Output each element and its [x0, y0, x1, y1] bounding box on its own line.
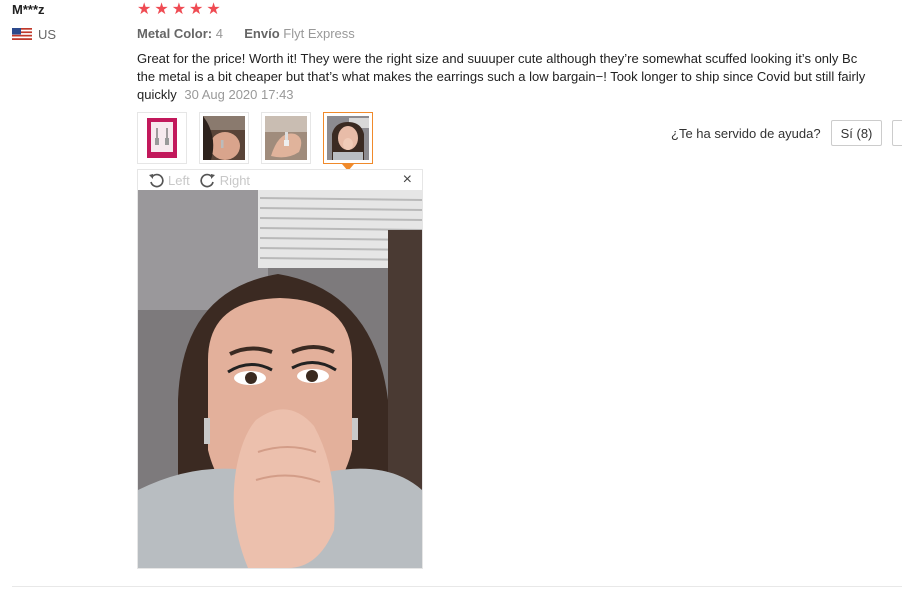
- thumb-hand-earring[interactable]: [261, 112, 311, 164]
- selfie-photo-image: [138, 190, 422, 568]
- metal-color-value: 4: [215, 26, 223, 41]
- rotate-left-icon: [149, 173, 164, 188]
- selfie-thumb-image: [327, 116, 369, 160]
- star-rating: ★ ★ ★ ★ ★: [137, 1, 221, 19]
- metal-color-label: Metal Color:: [137, 26, 213, 41]
- ear-closeup-image: [203, 116, 245, 160]
- thumb-earrings-card[interactable]: [137, 112, 187, 164]
- review-divider: [12, 586, 902, 587]
- rotate-left-button[interactable]: Left: [148, 172, 190, 188]
- star-icon: ★: [154, 1, 169, 18]
- star-icon: ★: [137, 1, 152, 18]
- rotate-right-icon: [200, 173, 215, 188]
- review-photo: [138, 190, 422, 568]
- thumb-ear-closeup[interactable]: [199, 112, 249, 164]
- star-icon: ★: [206, 1, 221, 18]
- star-icon: ★: [171, 1, 187, 18]
- rotate-right-label: Right: [219, 172, 251, 188]
- helpful-yes-button[interactable]: Sí (8): [831, 120, 882, 146]
- rotate-right-button[interactable]: Right: [200, 172, 250, 188]
- helpful-no-button[interactable]: [892, 120, 902, 146]
- shipping-value: Flyt Express: [283, 26, 355, 41]
- hand-earring-image: [265, 116, 307, 160]
- photo-viewer: Left Right ×: [137, 169, 423, 569]
- review-meta: Metal Color: 4 Envío Flyt Express: [137, 26, 355, 41]
- review-date: 30 Aug 2020 17:43: [184, 87, 294, 102]
- photo-thumbnails: [137, 112, 373, 171]
- reviewer-country: US: [38, 27, 57, 42]
- thumb-selfie[interactable]: [323, 112, 373, 171]
- rotate-left-label: Left: [168, 172, 190, 188]
- earrings-card-image: [141, 116, 183, 160]
- viewer-toolbar: Left Right ×: [138, 170, 422, 190]
- shipping-label: Envío: [244, 26, 280, 41]
- close-viewer-button[interactable]: ×: [403, 171, 412, 189]
- review-body: Great for the price! Worth it! They were…: [137, 50, 867, 104]
- reviewer-name: M***z: [12, 2, 45, 17]
- helpful-question: ¿Te ha servido de ayuda?: [671, 126, 821, 141]
- us-flag-icon: [12, 28, 32, 40]
- star-icon: ★: [189, 1, 204, 18]
